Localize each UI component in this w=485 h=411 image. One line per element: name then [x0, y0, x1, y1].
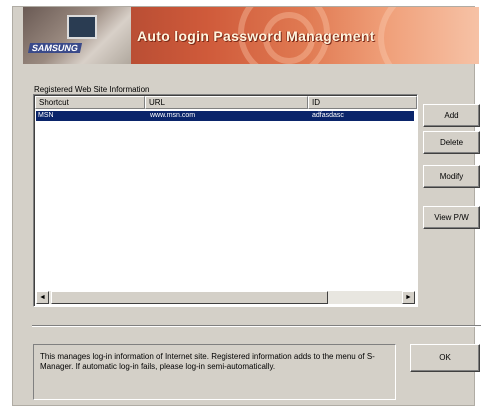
info-description: This manages log-in information of Inter…: [33, 344, 396, 400]
group-label: Registered Web Site Information: [34, 85, 150, 94]
dialog-title: Auto login Password Management: [137, 28, 375, 44]
banner-swirl: [378, 7, 479, 64]
divider: [32, 325, 481, 327]
cell-id: adfasdasc: [312, 112, 344, 119]
list-header: Shortcut URL ID: [35, 96, 417, 109]
brand-logo: SAMSUNG: [27, 43, 83, 53]
delete-button[interactable]: Delete: [423, 131, 480, 154]
ok-button[interactable]: OK: [410, 344, 480, 372]
column-header-id[interactable]: ID: [308, 96, 417, 109]
horizontal-scrollbar[interactable]: ◄ ►: [36, 291, 415, 304]
cell-url: www.msn.com: [150, 112, 196, 119]
modify-button[interactable]: Modify: [423, 165, 480, 188]
table-row-selected[interactable]: MSN www.msn.com adfasdasc: [36, 111, 414, 121]
password-management-dialog: SAMSUNG Auto login Password Management R…: [12, 6, 481, 406]
view-password-button[interactable]: View P/W: [423, 206, 480, 229]
column-header-url[interactable]: URL: [145, 96, 308, 109]
website-list[interactable]: Shortcut URL ID MSN www.msn.com adfasdas…: [33, 94, 418, 307]
cell-shortcut: MSN: [38, 112, 54, 119]
scroll-left-arrow-icon[interactable]: ◄: [36, 291, 49, 304]
column-header-shortcut[interactable]: Shortcut: [35, 96, 145, 109]
monitor-icon: [67, 15, 97, 39]
scroll-thumb[interactable]: [51, 291, 328, 304]
scroll-right-arrow-icon[interactable]: ►: [402, 291, 415, 304]
add-button[interactable]: Add: [423, 104, 480, 127]
header-banner: SAMSUNG Auto login Password Management: [23, 7, 479, 64]
